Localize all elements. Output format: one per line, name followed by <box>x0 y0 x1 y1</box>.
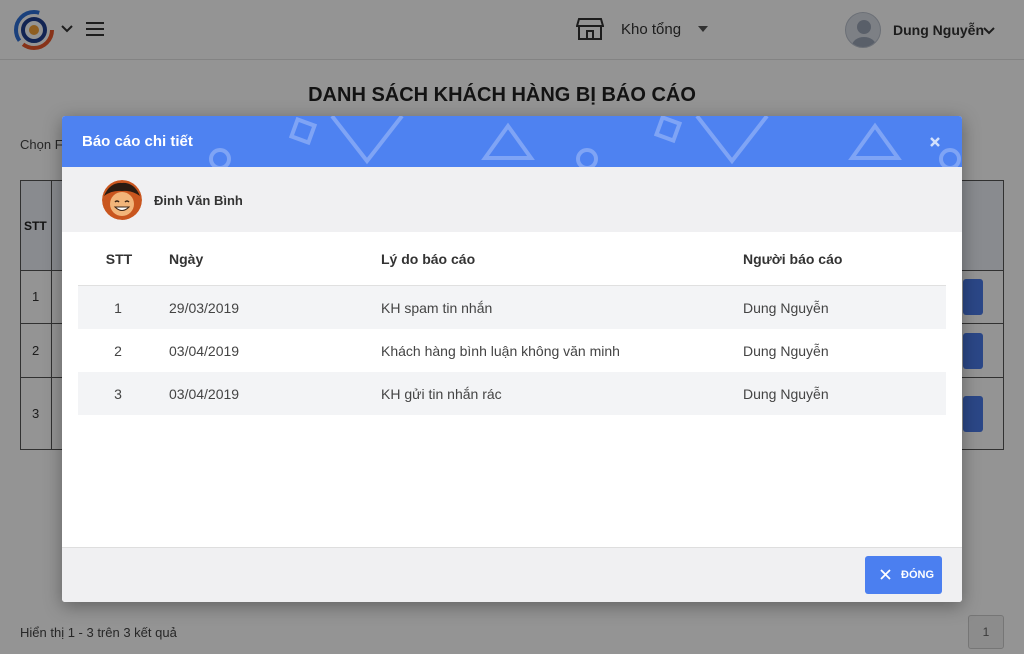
report-detail-modal: Báo cáo chi tiết Đinh Văn Bình STT Ngày … <box>62 116 962 602</box>
column-header-reporter: Người báo cáo <box>743 250 843 267</box>
column-header-date: Ngày <box>169 250 204 267</box>
close-icon <box>880 569 891 580</box>
close-icon[interactable] <box>928 135 942 149</box>
cell-stt: 1 <box>114 299 122 316</box>
cell-reporter: Dung Nguyễn <box>743 385 829 402</box>
customer-avatar <box>102 180 142 220</box>
table-row: 3 03/04/2019 KH gửi tin nhắn rác Dung Ng… <box>78 372 946 415</box>
close-button[interactable]: ĐÓNG <box>865 556 942 594</box>
customer-info: Đinh Văn Bình <box>62 167 962 232</box>
cell-date: 03/04/2019 <box>169 385 240 402</box>
cell-date: 29/03/2019 <box>169 299 240 316</box>
table-row: 1 29/03/2019 KH spam tin nhắn Dung Nguyễ… <box>78 286 946 329</box>
cell-reason: Khách hàng bình luận không văn minh <box>381 342 620 359</box>
column-header-reason: Lý do báo cáo <box>381 250 476 267</box>
header-decoration <box>209 116 961 167</box>
cell-stt: 2 <box>114 342 122 359</box>
modal-title: Báo cáo chi tiết <box>82 133 193 150</box>
column-header-stt: STT <box>105 250 133 267</box>
table-row: 2 03/04/2019 Khách hàng bình luận không … <box>78 329 946 372</box>
close-button-label: ĐÓNG <box>901 569 934 581</box>
cell-reason: KH gửi tin nhắn rác <box>381 385 502 402</box>
report-table-header: STT Ngày Lý do báo cáo Người báo cáo <box>78 232 946 286</box>
cell-reporter: Dung Nguyễn <box>743 299 829 316</box>
cell-stt: 3 <box>114 385 122 402</box>
customer-name: Đinh Văn Bình <box>154 193 243 208</box>
modal-header: Báo cáo chi tiết <box>62 116 962 167</box>
report-table: STT Ngày Lý do báo cáo Người báo cáo 1 2… <box>78 232 946 415</box>
modal-footer: ĐÓNG <box>62 547 962 602</box>
cell-reason: KH spam tin nhắn <box>381 299 493 316</box>
cell-reporter: Dung Nguyễn <box>743 342 829 359</box>
cell-date: 03/04/2019 <box>169 342 240 359</box>
